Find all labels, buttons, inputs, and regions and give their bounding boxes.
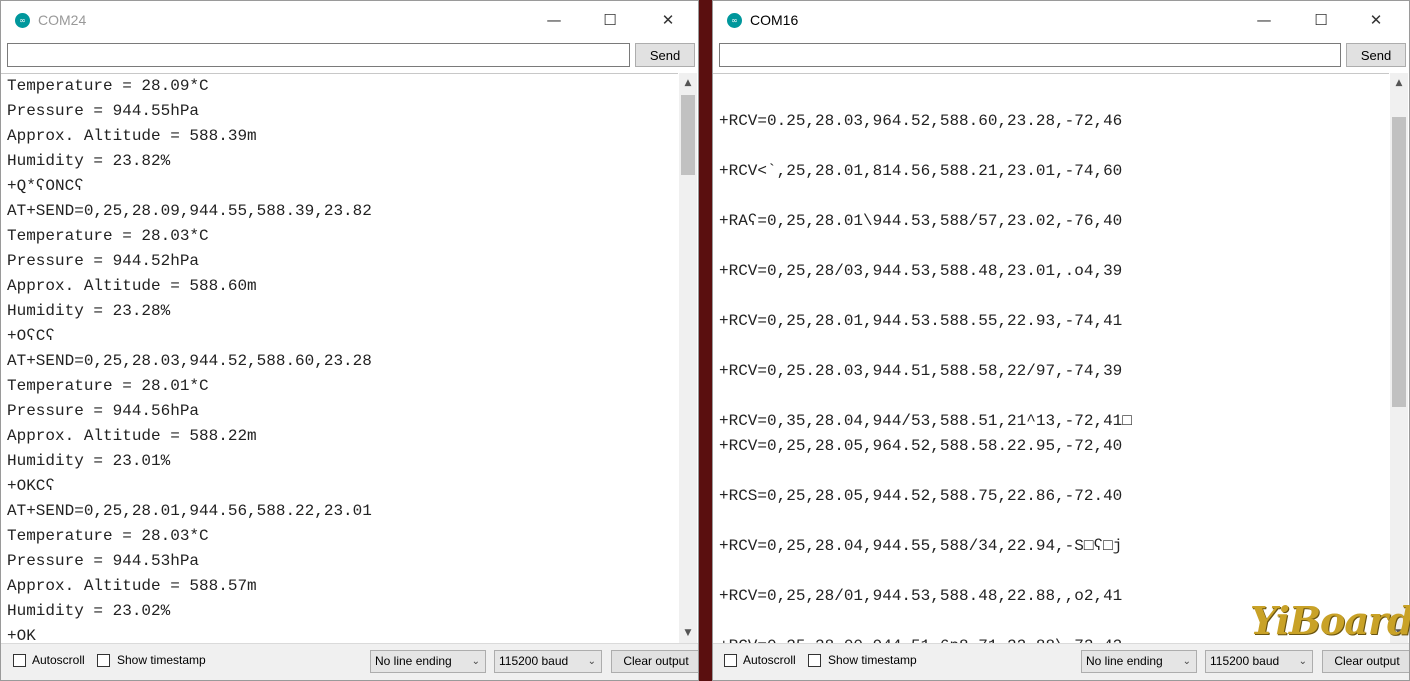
output-line: Temperature = 28.03*C [7,227,209,245]
output-line: +RAʕ=0,25,28.01\944.53,588/57,23.02,-76,… [719,212,1123,230]
output-line: Pressure = 944.52hPa [7,252,200,270]
output-line: +OKCʕ [7,477,56,495]
output-line: +RCV=0.25,28.03,964.52,588.60,23.28,-72,… [719,112,1123,130]
output-line: Temperature = 28.09*C [7,77,209,95]
baud-rate-select[interactable]: 115200 baud ⌄ [494,650,602,673]
arduino-icon: ∞ [15,13,30,28]
output-line: +RCS=0,25,28.05,944.52,588.75,22.86,-72.… [719,487,1123,505]
output-line: Approx. Altitude = 588.39m [7,127,257,145]
clear-output-button[interactable]: Clear output [611,650,698,673]
vertical-scrollbar[interactable]: ▲ ▼ [679,73,697,644]
output-line [719,384,1389,409]
chevron-down-icon: ⌄ [471,656,480,667]
vertical-scrollbar[interactable]: ▲ ▼ [1390,73,1408,644]
line-ending-select[interactable]: No line ending ⌄ [370,650,486,673]
maximize-button[interactable]: ☐ [1298,7,1344,33]
close-button[interactable]: ✕ [645,7,691,33]
scrollbar-thumb[interactable] [1392,117,1406,407]
line-ending-value: No line ending [375,654,452,668]
output-line [719,509,1389,534]
output-line [719,459,1389,484]
chevron-down-icon: ⌄ [587,656,596,667]
autoscroll-label: Autoscroll [32,653,85,667]
output-line: Pressure = 944.53hPa [7,552,200,570]
output-line [719,559,1389,584]
show-timestamp-label: Show timestamp [828,653,917,667]
output-line: +Q*ʕONCʕ [7,177,84,195]
output-line: Humidity = 23.01% [7,452,171,470]
baud-rate-value: 115200 baud [499,654,569,668]
autoscroll-checkbox[interactable] [724,654,737,667]
line-ending-value: No line ending [1086,654,1163,668]
show-timestamp-label: Show timestamp [117,653,206,667]
watermark-logo: YiBoard [1250,598,1410,643]
output-lines: Temperature = 28.09*C Pressure = 944.55hP… [7,74,678,644]
output-line [719,284,1389,309]
output-line: +OʕCʕ [7,327,56,345]
clear-output-button[interactable]: Clear output [1322,650,1409,673]
scroll-up-icon[interactable]: ▲ [1390,75,1408,92]
serial-monitor-com16: ∞ COM16 — ☐ ✕ Send +RCV=0.25,28.03,964.5… [712,0,1410,681]
close-button[interactable]: ✕ [1353,7,1399,33]
output-line [719,234,1389,259]
show-timestamp-checkbox[interactable] [97,654,110,667]
output-line: +RCV=0,25.28.03,944.51,588.58,22/97,-74,… [719,362,1123,380]
output-line: +RCV=0,35,28.04,944/53,588.51,21^13,-72,… [719,412,1132,430]
output-line [719,184,1389,209]
send-row: Send [713,39,1409,73]
send-input[interactable] [719,43,1341,67]
baud-rate-value: 115200 baud [1210,654,1280,668]
line-ending-select[interactable]: No line ending ⌄ [1081,650,1197,673]
send-button[interactable]: Send [635,43,695,67]
window-title: COM24 [38,12,87,28]
output-line: +RCV=0,25,28.01,944.53.588.55,22.93,-74,… [719,312,1123,330]
output-line: Approx. Altitude = 588.60m [7,277,257,295]
bottom-toolbar: Autoscroll Show timestamp No line ending… [713,643,1409,680]
send-row: Send [1,39,698,73]
chevron-down-icon: ⌄ [1298,656,1307,667]
autoscroll-checkbox[interactable] [13,654,26,667]
autoscroll-label: Autoscroll [743,653,796,667]
maximize-button[interactable]: ☐ [587,7,633,33]
scroll-down-icon[interactable]: ▼ [679,625,697,642]
output-line: +RCV=0,25,28/03,944.53,588.48,23.01,.o4,… [719,262,1123,280]
show-timestamp-checkbox[interactable] [808,654,821,667]
output-line: +RCV<`,25,28.01,814.56,588.21,23.01,-74,… [719,162,1123,180]
bottom-toolbar: Autoscroll Show timestamp No line ending… [1,643,698,680]
title-bar[interactable]: ∞ COM16 — ☐ ✕ [713,1,1409,39]
output-line [719,84,1389,109]
output-line: Humidity = 23.02% [7,602,171,620]
output-line: AT+SEND=0,25,28.01,944.56,588.22,23.01 [7,502,372,520]
send-input[interactable] [7,43,630,67]
output-line [719,334,1389,359]
title-bar[interactable]: ∞ COM24 — ☐ ✕ [1,1,698,39]
serial-monitor-com24: ∞ COM24 — ☐ ✕ Send Temperature = 28.09*C… [0,0,699,681]
output-line: Humidity = 23.82% [7,152,171,170]
send-button[interactable]: Send [1346,43,1406,67]
output-line: AT+SEND=0,25,28.09,944.55,588.39,23.82 [7,202,372,220]
output-line: Pressure = 944.55hPa [7,102,200,120]
output-line: +RCV=0,25,28.04,944.55,588/34,22.94,-S□ʕ… [719,537,1123,555]
output-line: Humidity = 23.28% [7,302,171,320]
output-line: AT+SEND=0,25,28.03,944.52,588.60,23.28 [7,352,372,370]
serial-output[interactable]: Temperature = 28.09*C Pressure = 944.55hP… [1,73,678,644]
output-line: +OK [7,627,36,644]
chevron-down-icon: ⌄ [1182,656,1191,667]
output-lines: +RCV=0.25,28.03,964.52,588.60,23.28,-72,… [719,84,1389,644]
output-line: Pressure = 944.56hPa [7,402,200,420]
output-line: Temperature = 28.03*C [7,527,209,545]
output-line [719,134,1389,159]
output-line: Temperature = 28.01*C [7,377,209,395]
serial-output[interactable]: +RCV=0.25,28.03,964.52,588.60,23.28,-72,… [713,73,1389,644]
baud-rate-select[interactable]: 115200 baud ⌄ [1205,650,1313,673]
output-line: Approx. Altitude = 588.57m [7,577,257,595]
minimize-button[interactable]: — [531,7,577,33]
output-line: +RCV=0,25,28.05,964.52,588.58.22.95,-72,… [719,437,1123,455]
window-title: COM16 [750,12,799,28]
arduino-icon: ∞ [727,13,742,28]
scroll-up-icon[interactable]: ▲ [679,75,697,92]
scrollbar-thumb[interactable] [681,95,695,175]
minimize-button[interactable]: — [1241,7,1287,33]
output-line: Approx. Altitude = 588.22m [7,427,257,445]
